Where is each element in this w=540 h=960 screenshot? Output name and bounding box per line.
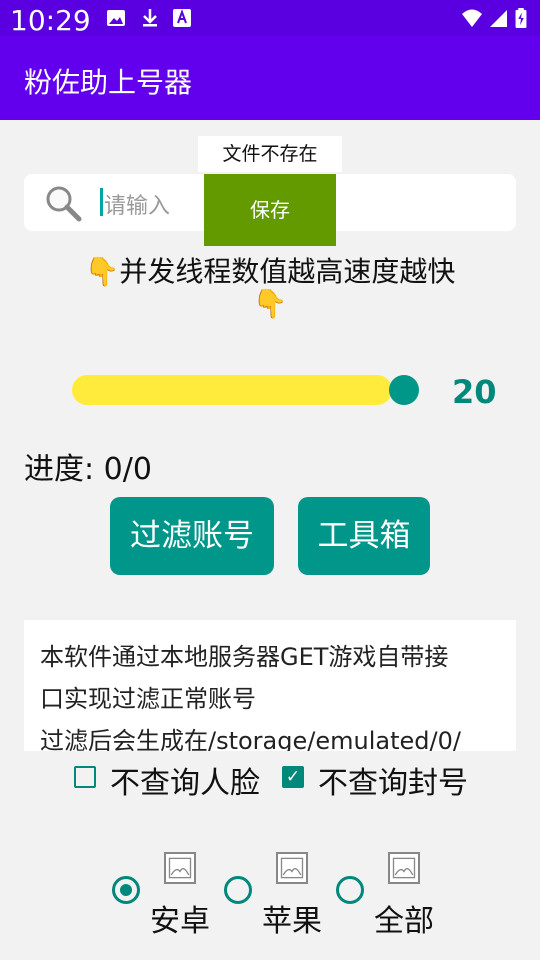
description-line: 本软件通过本地服务器GET游戏自带接 (40, 643, 449, 671)
search-placeholder: 请输入 (104, 194, 171, 219)
progress-text: 进度: 0/0 (24, 452, 152, 487)
query-options: 不查询人脸 ✓ 不查询封号 (0, 758, 540, 801)
toolbox-button[interactable]: 工具箱 (298, 497, 430, 575)
app-bar: 粉佐助上号器 (0, 36, 540, 120)
signal-icon (490, 10, 507, 27)
image-placeholder-icon (164, 852, 196, 884)
radio-selected-dot (120, 884, 132, 896)
image-icon (107, 10, 125, 26)
battery-icon (515, 8, 527, 28)
download-icon (143, 9, 157, 27)
radio-label-android[interactable]: 安卓 (150, 896, 210, 940)
status-time: 10:29 (10, 4, 91, 37)
thread-slider-track[interactable] (72, 375, 392, 405)
toast-message: 文件不存在 (198, 136, 342, 172)
wifi-icon (462, 9, 482, 27)
image-placeholder-icon (388, 852, 420, 884)
no-ban-label[interactable]: 不查询封号 (318, 758, 468, 802)
radio-label-all[interactable]: 全部 (374, 896, 434, 940)
text-cursor (100, 188, 103, 216)
thread-hint: 👇并发线程数值越高速度越快 (84, 255, 456, 288)
thread-hint-pointer: 👇 (252, 287, 288, 320)
status-bar: 10:29 (0, 0, 540, 37)
app-title: 粉佐助上号器 (24, 66, 193, 99)
description-line: 口实现过滤正常账号 (40, 685, 256, 713)
description-box[interactable]: 本软件通过本地服务器GET游戏自带接 口实现过滤正常账号 过滤后会生成在/sto… (24, 620, 516, 751)
no-ban-checkbox[interactable]: ✓ (282, 766, 304, 788)
no-face-label[interactable]: 不查询人脸 (110, 758, 260, 802)
radio-all[interactable] (336, 876, 364, 904)
radio-ios[interactable] (224, 876, 252, 904)
search-icon (46, 186, 82, 222)
image-placeholder-icon (276, 852, 308, 884)
description-line: 过滤后会生成在/storage/emulated/0/ (40, 727, 461, 751)
thread-count-value: 20 (452, 373, 497, 411)
save-button[interactable]: 保存 (204, 174, 336, 246)
no-face-checkbox[interactable] (74, 766, 96, 788)
filter-accounts-button[interactable]: 过滤账号 (110, 497, 274, 575)
radio-android[interactable] (112, 876, 140, 904)
thread-slider-thumb[interactable] (389, 375, 419, 405)
a-box-icon (173, 9, 191, 27)
radio-label-ios[interactable]: 苹果 (262, 896, 322, 940)
